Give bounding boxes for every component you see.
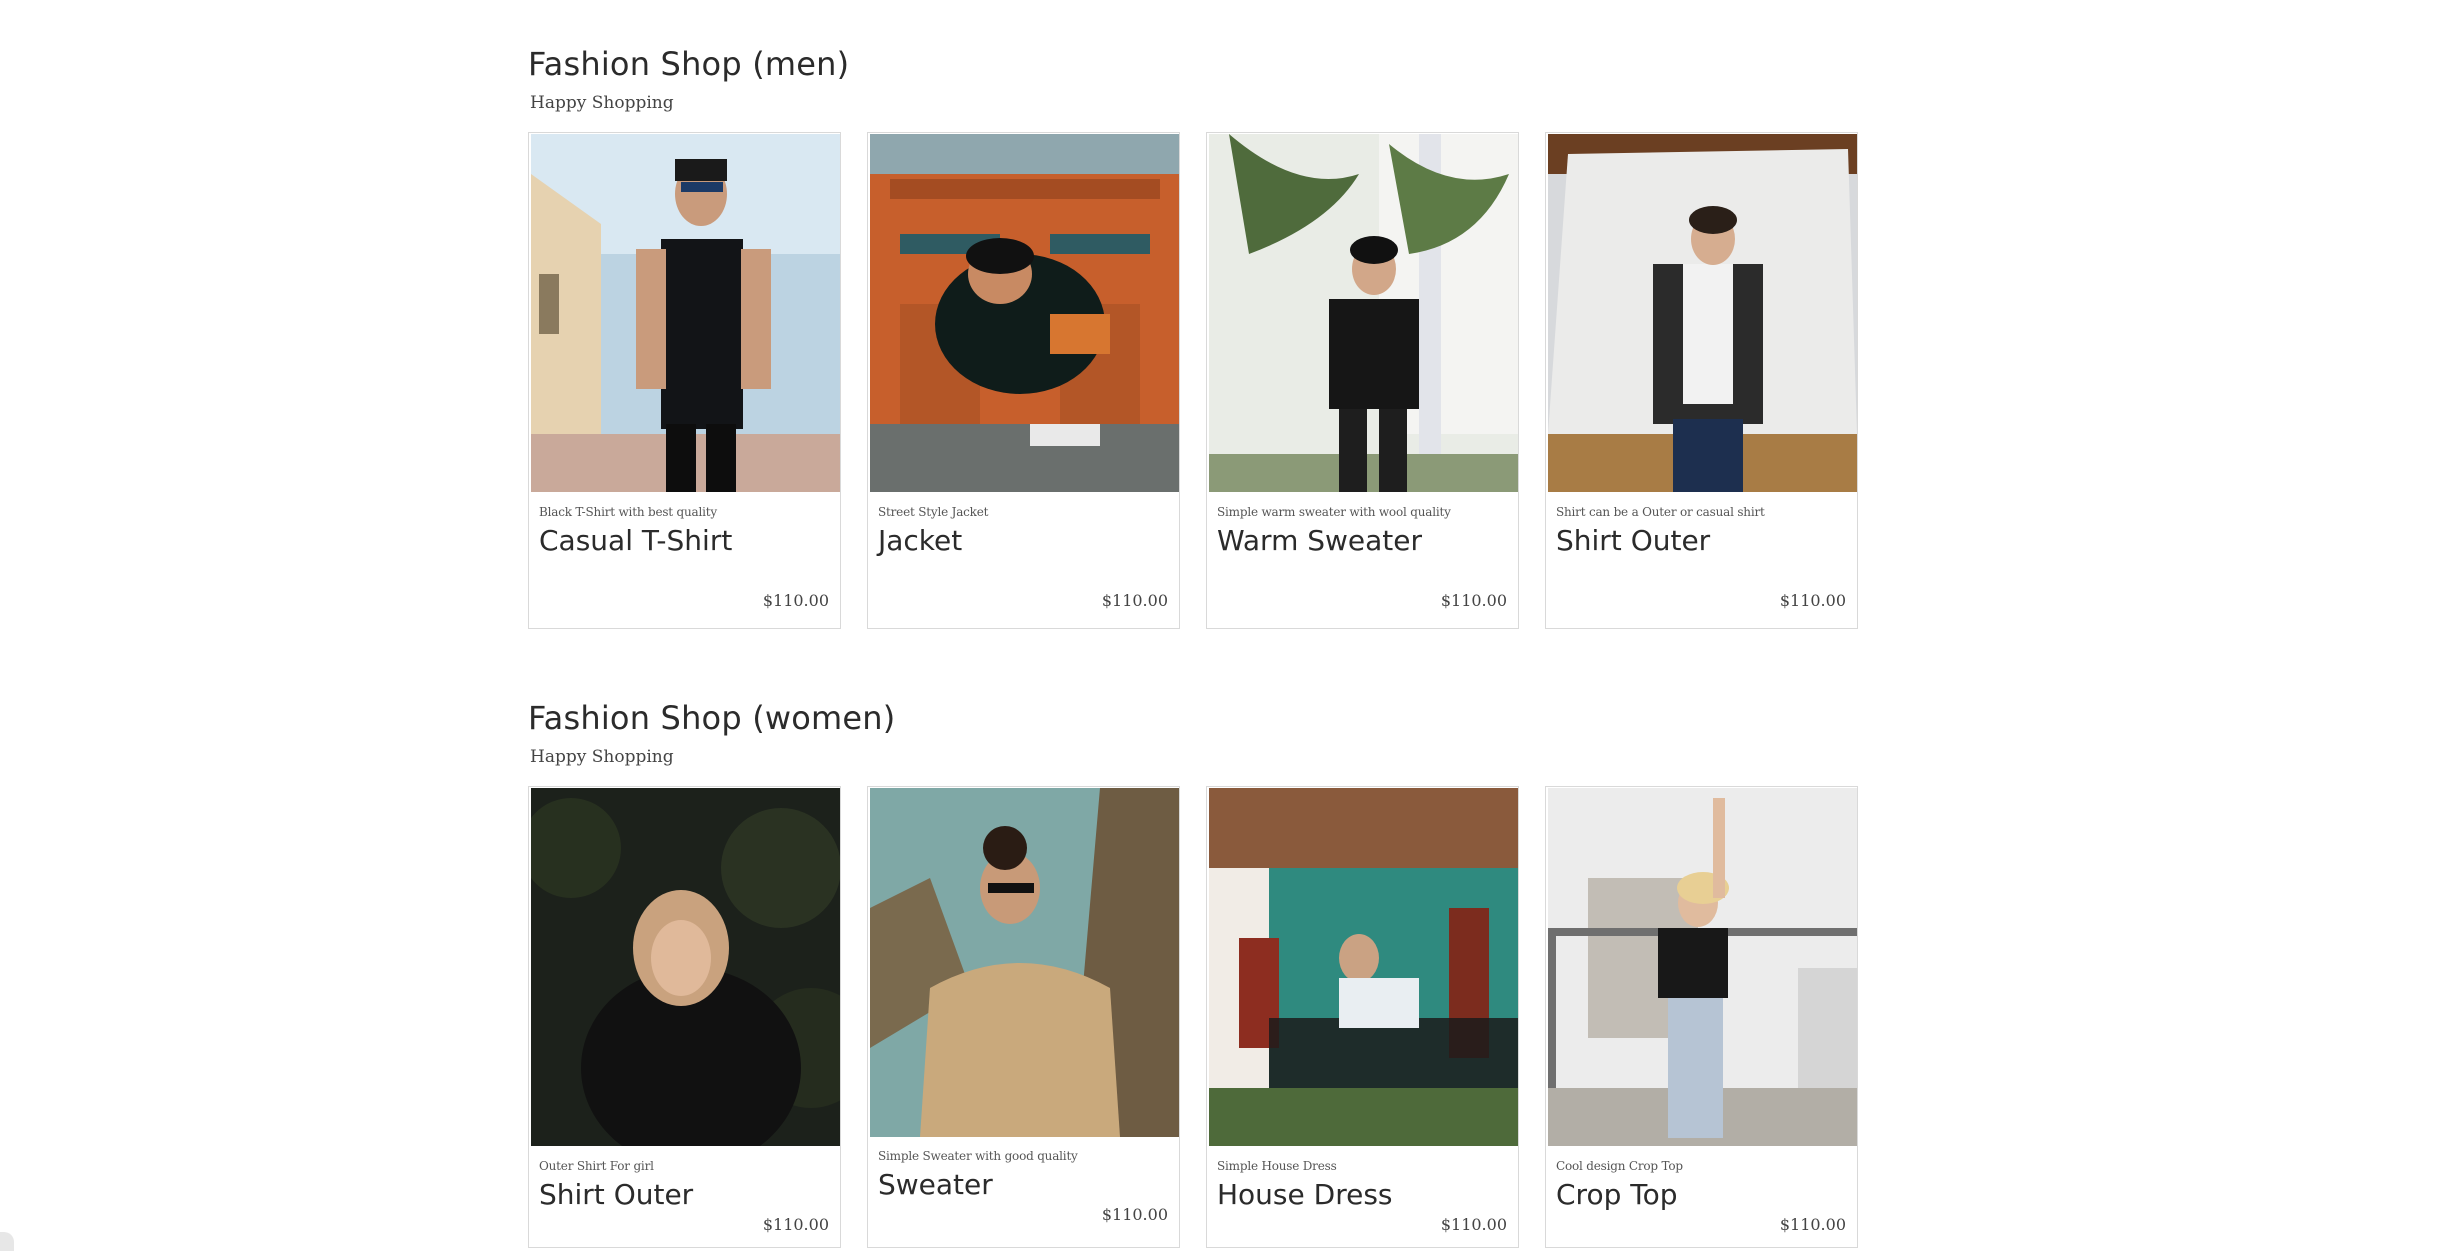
product-description: Simple Sweater with good quality [878,1149,1078,1163]
product-name[interactable]: House Dress [1217,1177,1393,1213]
product-name[interactable]: Warm Sweater [1217,523,1422,559]
product-description: Cool design Crop Top [1556,1159,1683,1173]
product-name[interactable]: Jacket [878,523,962,559]
product-image[interactable] [1209,134,1518,492]
product-name[interactable]: Shirt Outer [1556,523,1710,559]
product-card[interactable]: Simple warm sweater with wool quality Wa… [1206,132,1519,629]
product-price: $110.00 [1779,1215,1846,1234]
section-title: Fashion Shop (men) [528,45,850,83]
section-title: Fashion Shop (women) [528,699,896,737]
product-price: $110.00 [1101,591,1168,610]
product-image[interactable] [1548,788,1857,1146]
product-image[interactable] [1548,134,1857,492]
product-name[interactable]: Casual T-Shirt [539,523,732,559]
product-price: $110.00 [1779,591,1846,610]
section-subtitle: Happy Shopping [530,93,674,113]
product-description: Simple warm sweater with wool quality [1217,505,1451,519]
product-description: Shirt can be a Outer or casual shirt [1556,505,1765,519]
scroll-corner [0,1232,14,1251]
section-subtitle: Happy Shopping [530,747,674,767]
product-card[interactable]: Simple Sweater with good quality Sweater… [867,786,1180,1248]
product-description: Street Style Jacket [878,505,989,519]
product-image[interactable] [1209,788,1518,1146]
product-grid: Black T-Shirt with best quality Casual T… [528,132,1858,629]
product-card[interactable]: Simple House Dress House Dress $110.00 [1206,786,1519,1248]
product-price: $110.00 [1440,1215,1507,1234]
product-name[interactable]: Crop Top [1556,1177,1678,1213]
product-card[interactable]: Shirt can be a Outer or casual shirt Shi… [1545,132,1858,629]
men-section: Fashion Shop (men) Happy Shopping Black … [528,40,1858,629]
product-description: Simple House Dress [1217,1159,1337,1173]
product-card[interactable]: Black T-Shirt with best quality Casual T… [528,132,841,629]
product-description: Outer Shirt For girl [539,1159,654,1173]
product-image[interactable] [870,134,1179,492]
product-description: Black T-Shirt with best quality [539,505,717,519]
product-card[interactable]: Street Style Jacket Jacket $110.00 [867,132,1180,629]
product-card[interactable]: Cool design Crop Top Crop Top $110.00 [1545,786,1858,1248]
product-image[interactable] [870,788,1179,1137]
product-grid: Outer Shirt For girl Shirt Outer $110.00… [528,786,1858,1248]
product-price: $110.00 [1440,591,1507,610]
product-image[interactable] [531,788,840,1146]
product-name[interactable]: Sweater [878,1167,993,1203]
product-name[interactable]: Shirt Outer [539,1177,693,1213]
product-card[interactable]: Outer Shirt For girl Shirt Outer $110.00 [528,786,841,1248]
product-image[interactable] [531,134,840,492]
product-price: $110.00 [762,591,829,610]
women-section: Fashion Shop (women) Happy Shopping Oute… [528,694,1858,1248]
product-price: $110.00 [762,1215,829,1234]
product-price: $110.00 [1101,1205,1168,1224]
